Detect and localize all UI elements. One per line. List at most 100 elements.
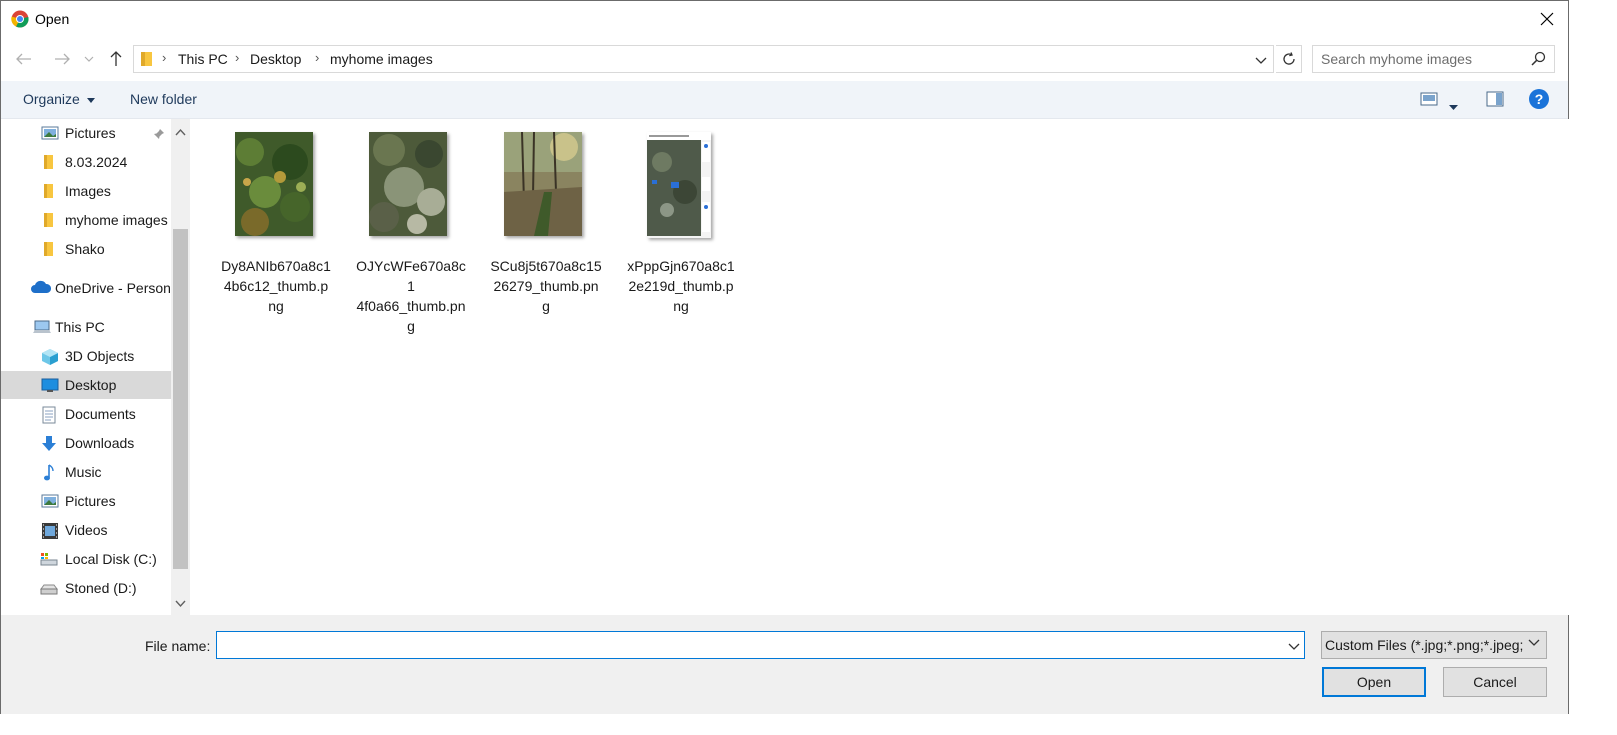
up-button[interactable] (105, 48, 127, 70)
caret-down-icon (86, 97, 95, 103)
folder-icon (140, 51, 154, 70)
folder-icon (41, 212, 59, 228)
folder-icon (41, 241, 59, 257)
arrow-left-icon (16, 53, 31, 65)
navigation-pane: Pictures 8.03.2024 Images myhome images (1, 119, 171, 615)
sidebar-item-label: Pictures (65, 493, 116, 509)
arrow-right-icon (55, 53, 70, 65)
recent-locations-button[interactable] (81, 48, 97, 70)
sidebar-item-myhome-images[interactable]: myhome images (1, 206, 171, 234)
drive-icon (39, 580, 59, 596)
sidebar-item-desktop[interactable]: Desktop (1, 371, 171, 399)
sidebar-item-label: Documents (65, 406, 136, 422)
sidebar-item-this-pc[interactable]: This PC (1, 313, 171, 341)
file-item[interactable]: Dy8ANIb670a8c1 4b6c12_thumb.p ng (218, 129, 334, 314)
sidebar-item-shako[interactable]: Shako (1, 235, 171, 263)
sidebar-item-downloads[interactable]: Downloads (1, 429, 171, 457)
preview-pane-button[interactable] (1485, 90, 1505, 111)
sidebar-item-local-disk[interactable]: Local Disk (C:) (1, 545, 171, 573)
navigation-scrollbar[interactable] (171, 119, 190, 615)
file-name-line: xPppGjn670a8c1 (627, 258, 735, 274)
refresh-button[interactable] (1276, 45, 1302, 73)
preview-pane-icon (1486, 91, 1504, 107)
open-button[interactable]: Open (1322, 667, 1426, 697)
sidebar-item-label: Videos (65, 522, 108, 538)
pin-icon[interactable] (153, 127, 165, 143)
file-name-line: OJYcWFe670a8c1 (356, 258, 466, 294)
sidebar-item-pictures[interactable]: Pictures (1, 487, 171, 515)
file-name-combobox[interactable] (216, 631, 1305, 659)
search-box[interactable] (1312, 45, 1555, 73)
sidebar-item-label: Downloads (65, 435, 135, 451)
svg-text:?: ? (1535, 91, 1544, 107)
close-button[interactable] (1532, 5, 1562, 33)
sidebar-item-pictures-quick[interactable]: Pictures (1, 119, 171, 147)
chevron-right-icon: › (315, 50, 320, 65)
scroll-up-icon[interactable] (175, 123, 186, 139)
computer-icon (32, 319, 52, 335)
address-bar[interactable]: › This PC › Desktop › myhome images (133, 45, 1274, 73)
file-item[interactable]: xPppGjn670a8c1 2e219d_thumb.p ng (623, 129, 739, 314)
breadcrumb-desktop[interactable]: Desktop (250, 51, 301, 67)
help-button[interactable]: ? (1528, 88, 1550, 113)
sidebar-item-images[interactable]: Images (1, 177, 171, 205)
sidebar-item-label: OneDrive - Person (55, 280, 171, 296)
scroll-down-icon[interactable] (175, 595, 186, 611)
chevron-down-icon (1528, 639, 1540, 646)
breadcrumb-this-pc[interactable]: This PC (178, 51, 228, 67)
file-type-value: Custom Files (*.jpg;*.png;*.jpeg; (1325, 637, 1524, 653)
sidebar-item-onedrive[interactable]: OneDrive - Person (1, 274, 171, 302)
sidebar-item-videos[interactable]: Videos (1, 516, 171, 544)
back-button[interactable] (13, 48, 35, 70)
view-options-button[interactable] (1449, 97, 1458, 113)
file-item[interactable]: SCu8j5t670a8c15 26279_thumb.pn g (488, 129, 604, 314)
file-name-input[interactable] (221, 636, 1261, 654)
sidebar-item-label: 3D Objects (65, 348, 135, 364)
caret-down-icon (1449, 105, 1458, 110)
sidebar-item-music[interactable]: Music (1, 458, 171, 486)
file-name: Dy8ANIb670a8c1 4b6c12_thumb.p ng (218, 256, 334, 316)
breadcrumb-myhome-images[interactable]: myhome images (330, 51, 433, 67)
sidebar-item-documents[interactable]: Documents (1, 400, 171, 428)
new-folder-button[interactable]: New folder (130, 91, 197, 107)
sidebar-item-stoned-d[interactable]: Stoned (D:) (1, 574, 171, 602)
organize-menu[interactable]: Organize (23, 91, 95, 107)
file-name-line: 2e219d_thumb.p (628, 278, 734, 294)
sidebar-item-3d-objects[interactable]: 3D Objects (1, 342, 171, 370)
sidebar-item-label: Desktop (65, 377, 117, 393)
sidebar-item-label: 8.03.2024 (65, 154, 128, 170)
sidebar-item-label: Music (65, 464, 102, 480)
view-icon (1420, 92, 1438, 106)
file-name-line: Dy8ANIb670a8c1 (221, 258, 331, 274)
sidebar-item-label: Shako (65, 241, 105, 257)
forward-button[interactable] (51, 48, 73, 70)
image-thumbnail (235, 132, 313, 236)
file-name-line: SCu8j5t670a8c15 (490, 258, 602, 274)
refresh-icon (1282, 52, 1295, 65)
file-item[interactable]: OJYcWFe670a8c1 4f0a66_thumb.pn g (353, 129, 469, 334)
change-view-button[interactable] (1419, 90, 1439, 111)
file-name-line: ng (268, 298, 284, 314)
file-type-select[interactable]: Custom Files (*.jpg;*.png;*.jpeg; (1321, 631, 1547, 659)
title-bar: Open (1, 1, 1568, 37)
search-input[interactable] (1321, 50, 1521, 68)
chevron-right-icon: › (235, 50, 240, 65)
image-thumbnail (369, 132, 447, 236)
music-icon (41, 464, 59, 481)
file-name-line: 4f0a66_thumb.pn (356, 298, 466, 314)
sidebar-item-8-03-2024[interactable]: 8.03.2024 (1, 148, 171, 176)
chevron-right-icon: › (162, 50, 167, 65)
scroll-thumb[interactable] (173, 229, 188, 569)
downloads-icon (41, 435, 59, 451)
dialog-footer: File name: Custom Files (*.jpg;*.png;*.j… (1, 615, 1568, 714)
cancel-button[interactable]: Cancel (1443, 667, 1547, 697)
onedrive-icon (31, 280, 52, 296)
file-name-dropdown-button[interactable] (1288, 638, 1300, 654)
3d-objects-icon (41, 348, 59, 365)
file-name: xPppGjn670a8c1 2e219d_thumb.p ng (623, 256, 739, 316)
search-icon[interactable] (1531, 51, 1546, 69)
address-dropdown-button[interactable] (1255, 52, 1269, 66)
file-name: OJYcWFe670a8c1 4f0a66_thumb.pn g (353, 256, 469, 336)
chevron-down-icon (84, 56, 94, 62)
map-thumbnail (647, 132, 711, 238)
